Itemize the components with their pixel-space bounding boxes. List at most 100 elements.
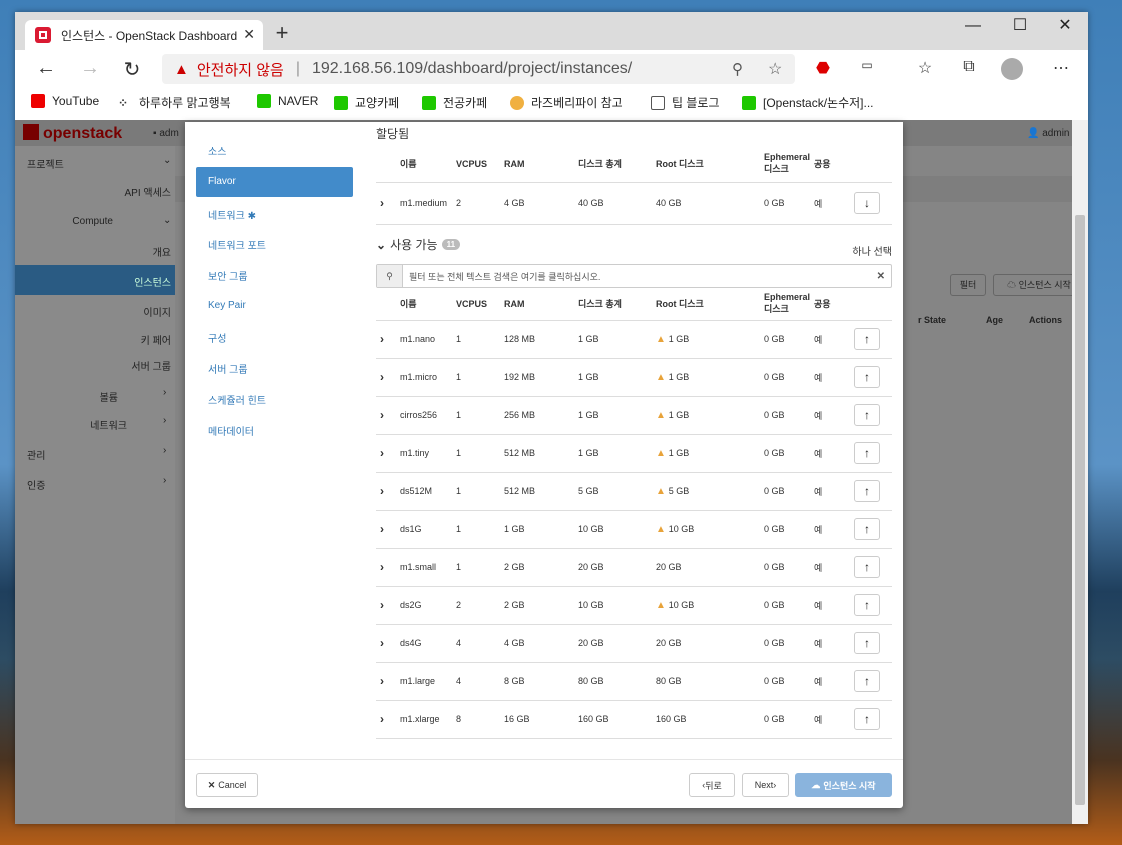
maximize-icon[interactable]: ☐ xyxy=(997,14,1043,38)
new-tab-icon[interactable]: + xyxy=(270,20,294,46)
allocate-button[interactable]: ↑ xyxy=(854,594,881,616)
wizard-step-server-groups[interactable]: 서버 그룹 xyxy=(196,352,353,382)
arrow-up-icon: ↑ xyxy=(864,636,871,650)
sidebar-overview[interactable]: 개요 xyxy=(153,244,171,259)
extension-icon[interactable]: ▭ xyxy=(855,58,879,72)
page-scrollbar[interactable] xyxy=(1072,120,1088,824)
back-button[interactable]: ‹ 뒤로 xyxy=(689,773,735,797)
favorite-star-icon[interactable]: ☆ xyxy=(768,59,782,79)
browser-tab[interactable]: 인스턴스 - OpenStack Dashboard ✕ xyxy=(25,20,263,50)
arrow-up-icon: ↑ xyxy=(864,560,871,574)
sidebar-server-groups[interactable]: 서버 그룹 xyxy=(131,358,171,373)
minimize-icon[interactable]: — xyxy=(950,14,996,38)
allocate-button[interactable]: ↑ xyxy=(854,404,881,426)
deallocate-button[interactable]: ↓ xyxy=(854,192,881,214)
user-menu[interactable]: 👤 admin xyxy=(1027,128,1069,139)
sidebar-instances[interactable]: 인스턴스 xyxy=(15,265,175,295)
close-tab-icon[interactable]: ✕ xyxy=(243,26,255,43)
cell-disk: 160 GB xyxy=(578,714,609,724)
column-header: VCPUS xyxy=(452,146,500,183)
cell-root: 1 GB xyxy=(668,371,690,382)
bookmark-naver[interactable]: NAVER xyxy=(257,94,318,108)
chevron-right-icon[interactable]: › xyxy=(380,196,384,210)
chevron-right-icon[interactable]: › xyxy=(380,408,384,422)
bookmark-haru[interactable]: ⁘ 하루하루 맑고행복 xyxy=(118,94,231,111)
zoom-icon[interactable]: ⚲ xyxy=(732,60,743,78)
allocate-button[interactable]: ↑ xyxy=(854,442,881,464)
wizard-step-flavor[interactable]: Flavor xyxy=(196,167,353,197)
allocate-button[interactable]: ↑ xyxy=(854,632,881,654)
bookmark-youtube[interactable]: YouTube xyxy=(31,94,99,108)
bg-launch-button[interactable]: ☁ 인스턴스 시작 xyxy=(993,274,1072,296)
wizard-step-security-groups[interactable]: 보안 그룹 xyxy=(196,259,353,289)
wizard-step-source[interactable]: 소스 xyxy=(196,134,353,164)
allocate-button[interactable]: ↑ xyxy=(854,556,881,578)
allocate-button[interactable]: ↑ xyxy=(854,518,881,540)
bookmark-tip-blog[interactable]: 팁 블로그 xyxy=(651,94,720,111)
chevron-right-icon[interactable]: › xyxy=(380,370,384,384)
close-window-icon[interactable]: ✕ xyxy=(1042,14,1088,38)
menu-icon[interactable]: ⋯ xyxy=(1049,58,1073,78)
chevron-right-icon[interactable]: › xyxy=(380,598,384,612)
chevron-right-icon[interactable]: › xyxy=(380,522,384,536)
tab-bar: 인스턴스 - OpenStack Dashboard ✕ + — ☐ ✕ xyxy=(15,12,1088,50)
cancel-button[interactable]: ✕ Cancel xyxy=(196,773,258,797)
sidebar-identity[interactable]: 인증 xyxy=(27,477,45,492)
launch-instance-button[interactable]: ☁ 인스턴스 시작 xyxy=(795,773,892,797)
arrow-up-icon: ↑ xyxy=(864,712,871,726)
search-icon: ⚲ xyxy=(377,265,403,287)
sidebar-admin[interactable]: 관리 xyxy=(27,447,45,462)
wizard-step-metadata[interactable]: 메타데이터 xyxy=(196,414,353,444)
chevron-right-icon[interactable]: › xyxy=(380,560,384,574)
wizard-step-configuration[interactable]: 구성 xyxy=(196,321,353,351)
sidebar-compute[interactable]: Compute xyxy=(72,216,113,227)
chevron-right-icon[interactable]: › xyxy=(380,446,384,460)
allocate-button[interactable]: ↑ xyxy=(854,328,881,350)
available-section-header[interactable]: ⌄ 사용 가능 11 xyxy=(376,236,461,253)
wizard-step-network-ports[interactable]: 네트워크 포트 xyxy=(196,228,353,258)
cell-public: 예 xyxy=(814,198,823,209)
bookmark-cafe2[interactable]: 전공카페 xyxy=(422,94,487,111)
back-icon[interactable]: ← xyxy=(31,57,61,80)
sidebar-network[interactable]: 네트워크 xyxy=(90,417,127,432)
sidebar-keypairs[interactable]: 키 페어 xyxy=(141,332,171,347)
chevron-right-icon[interactable]: › xyxy=(380,674,384,688)
warning-icon: ▲ xyxy=(656,447,669,459)
sidebar-project[interactable]: 프로젝트 xyxy=(27,156,64,171)
adblock-icon[interactable]: ⬣ xyxy=(811,58,835,78)
bookmark-openstack[interactable]: [Openstack/논수저]... xyxy=(742,94,874,111)
sidebar-api-access[interactable]: API 액세스 xyxy=(125,184,172,199)
bookmark-cafe1[interactable]: 교양카페 xyxy=(334,94,399,111)
clear-filter-icon[interactable]: ✕ xyxy=(877,271,885,282)
chevron-right-icon[interactable]: › xyxy=(380,484,384,498)
bookmark-raspberry[interactable]: 라즈베리파이 참고 xyxy=(510,94,623,111)
wizard-step-networks[interactable]: 네트워크 ✱ xyxy=(196,198,353,228)
sidebar-volumes[interactable]: 볼륨 xyxy=(100,389,118,404)
address-bar[interactable]: ▲ 안전하지 않음 | 192.168.56.109/dashboard/pro… xyxy=(162,54,795,84)
cell-root: 40 GB xyxy=(656,198,682,208)
refresh-icon[interactable]: ↻ xyxy=(117,57,147,82)
flavor-row: › ds4G 4 4 GB 20 GB 20 GB 0 GB 예 ↑ xyxy=(376,624,892,663)
arrow-up-icon: ↑ xyxy=(864,522,871,536)
chevron-right-icon[interactable]: › xyxy=(380,636,384,650)
allocate-button[interactable]: ↑ xyxy=(854,366,881,388)
next-button[interactable]: Next › xyxy=(742,773,789,797)
person-icon xyxy=(510,95,524,110)
allocate-button[interactable]: ↑ xyxy=(854,670,881,692)
favorites-icon[interactable]: ☆ xyxy=(913,58,937,78)
warning-icon: ▲ xyxy=(656,599,669,611)
chevron-right-icon[interactable]: › xyxy=(380,712,384,726)
wizard-step-key-pair[interactable]: Key Pair xyxy=(196,291,353,321)
sidebar: 프로젝트 ⌄ API 액세스 Compute ⌄ 개요 인스턴스 이미지 키 페… xyxy=(15,146,175,824)
chevron-right-icon[interactable]: › xyxy=(380,332,384,346)
profile-avatar[interactable] xyxy=(1001,58,1023,80)
allocate-button[interactable]: ↑ xyxy=(854,480,881,502)
forward-icon[interactable]: → xyxy=(75,57,105,80)
allocate-button[interactable]: ↑ xyxy=(854,708,881,730)
sidebar-images[interactable]: 이미지 xyxy=(143,304,171,319)
search-input[interactable]: ⚲ 필터 또는 전체 텍스트 검색은 여기를 클릭하십시오. ✕ xyxy=(376,264,892,288)
openstack-logo[interactable]: openstack xyxy=(23,124,122,143)
bg-filter-button[interactable]: 필터 xyxy=(950,274,986,296)
wizard-step-scheduler-hints[interactable]: 스케쥴러 힌트 xyxy=(196,383,353,413)
collections-icon[interactable]: ⧉ xyxy=(957,58,981,76)
